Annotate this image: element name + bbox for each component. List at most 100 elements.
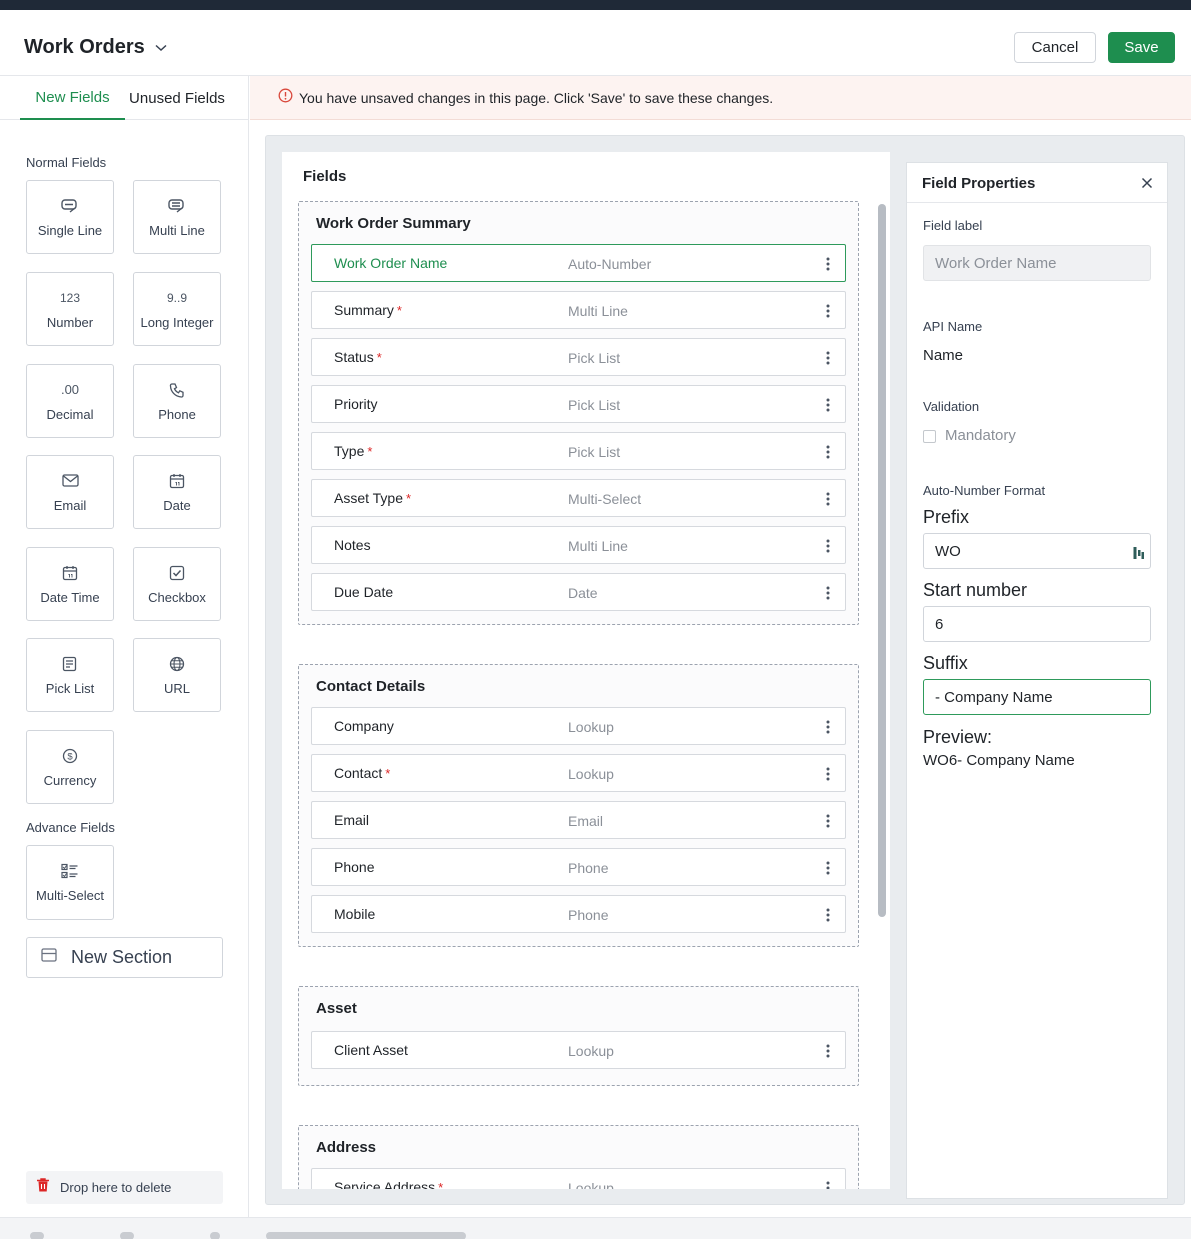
field-name: Contact * — [334, 765, 391, 781]
more-options-icon[interactable] — [822, 719, 834, 735]
cancel-button[interactable]: Cancel — [1014, 32, 1096, 63]
tile-label: Long Integer — [140, 314, 214, 330]
section-title: Address — [316, 1139, 377, 1156]
field-name: Email — [334, 812, 370, 828]
field-row-notes[interactable]: Notes Multi Line — [311, 526, 846, 564]
tile-label: Phone — [158, 406, 196, 422]
section-contact-details[interactable]: Contact Details Company Lookup Contact * … — [298, 664, 859, 947]
palette-tile-long-integer[interactable]: 9..9 Long Integer — [133, 272, 221, 346]
palette-tile-number[interactable]: 123 Number — [26, 272, 114, 346]
palette-tile-url[interactable]: URL — [133, 638, 221, 712]
field-row-status[interactable]: Status * Pick List — [311, 338, 846, 376]
palette-tile-pick-list[interactable]: Pick List — [26, 638, 114, 712]
mandatory-label: Mandatory — [945, 427, 1016, 444]
banner-text: You have unsaved changes in this page. C… — [299, 89, 774, 106]
field-type: Multi Line — [568, 303, 628, 319]
required-marker: * — [406, 491, 412, 506]
field-row-due-date[interactable]: Due Date Date — [311, 573, 846, 611]
tab-new-fields[interactable]: New Fields — [20, 76, 125, 120]
scrollbar-thumb[interactable] — [878, 204, 886, 917]
partial-icon — [120, 1232, 134, 1239]
field-row-email[interactable]: Email Email — [311, 801, 846, 839]
field-row-contact[interactable]: Contact * Lookup — [311, 754, 846, 792]
field-row-priority[interactable]: Priority Pick List — [311, 385, 846, 423]
fields-panel-title: Fields — [303, 168, 347, 185]
field-row-phone[interactable]: Phone Phone — [311, 848, 846, 886]
field-name: Work Order Name — [334, 255, 448, 271]
field-row-mobile[interactable]: Mobile Phone — [311, 895, 846, 933]
new-section-button[interactable]: New Section — [26, 937, 223, 978]
more-options-icon[interactable] — [822, 491, 834, 507]
section-address[interactable]: Address Service Address * Lookup — [298, 1125, 859, 1189]
long-integer-icon: 9..9 — [166, 290, 187, 305]
tab-unused-fields[interactable]: Unused Fields — [125, 76, 229, 120]
more-options-icon[interactable] — [822, 538, 834, 554]
more-options-icon[interactable] — [822, 860, 834, 876]
more-options-icon[interactable] — [822, 350, 834, 366]
palette-tile-multi-select[interactable]: Multi-Select — [26, 845, 114, 920]
close-icon[interactable] — [1139, 175, 1155, 191]
more-options-icon[interactable] — [822, 397, 834, 413]
more-options-icon[interactable] — [822, 766, 834, 782]
palette-tile-date-time[interactable]: Date Time — [26, 547, 114, 621]
field-type: Multi-Select — [568, 491, 642, 507]
tile-label: Date Time — [40, 589, 100, 605]
field-type: Phone — [568, 907, 609, 923]
section-work-order-summary[interactable]: Work Order Summary Work Order Name Auto-… — [298, 201, 859, 625]
more-options-icon[interactable] — [822, 907, 834, 923]
field-row-client-asset[interactable]: Client Asset Lookup — [311, 1031, 846, 1069]
required-marker: * — [396, 303, 402, 318]
field-label-input[interactable] — [923, 245, 1151, 281]
partial-text — [266, 1232, 466, 1239]
palette-tile-decimal[interactable]: .00 Decimal — [26, 364, 114, 438]
palette-tile-multi-line[interactable]: Multi Line — [133, 180, 221, 254]
field-name: Status * — [334, 349, 382, 365]
field-row-type[interactable]: Type * Pick List — [311, 432, 846, 470]
more-options-icon[interactable] — [822, 1180, 834, 1189]
suffix-input[interactable] — [923, 679, 1151, 715]
tile-label: Currency — [43, 772, 97, 788]
more-options-icon[interactable] — [822, 444, 834, 460]
field-name: Mobile — [334, 906, 376, 922]
tile-label: Checkbox — [148, 589, 206, 605]
save-button[interactable]: Save — [1108, 32, 1175, 63]
palette-tile-email[interactable]: Email — [26, 455, 114, 529]
more-options-icon[interactable] — [822, 303, 834, 319]
field-row-work-order-name[interactable]: Work Order Name Auto-Number — [311, 244, 846, 282]
start-number-input[interactable] — [923, 606, 1151, 642]
start-number-label: Start number — [923, 580, 1028, 600]
more-options-icon[interactable] — [822, 256, 834, 272]
api-name-value: Name — [923, 347, 964, 364]
palette-tile-phone[interactable]: Phone — [133, 364, 221, 438]
field-type: Email — [568, 813, 604, 829]
field-row-summary[interactable]: Summary * Multi Line — [311, 291, 846, 329]
auto-number-format-label: Auto-Number Format — [923, 483, 1046, 498]
palette-tile-checkbox[interactable]: Checkbox — [133, 547, 221, 621]
required-marker: * — [438, 1180, 444, 1189]
more-options-icon[interactable] — [822, 1043, 834, 1059]
password-manager-icon[interactable] — [1133, 545, 1145, 566]
field-row-company[interactable]: Company Lookup — [311, 707, 846, 745]
fields-scrollbar[interactable] — [878, 204, 886, 1179]
mandatory-checkbox[interactable] — [923, 430, 936, 443]
phone-icon — [169, 381, 185, 399]
section-asset[interactable]: Asset Client Asset Lookup — [298, 986, 859, 1086]
more-options-icon[interactable] — [822, 813, 834, 829]
palette-tile-currency[interactable]: $ Currency — [26, 730, 114, 804]
required-marker: * — [376, 350, 382, 365]
more-options-icon[interactable] — [822, 585, 834, 601]
module-selector[interactable]: Work Orders — [24, 36, 167, 59]
prefix-input[interactable] — [923, 533, 1151, 569]
preview-label: Preview: — [923, 727, 993, 747]
palette-tile-date[interactable]: Date — [133, 455, 221, 529]
field-row-asset-type[interactable]: Asset Type * Multi-Select — [311, 479, 846, 517]
advance-fields-label: Advance Fields — [26, 820, 115, 835]
checkbox-icon — [169, 564, 185, 582]
drop-to-delete-zone[interactable]: Drop here to delete — [26, 1171, 223, 1204]
field-type: Phone — [568, 860, 609, 876]
palette-tile-single-line[interactable]: Single Line — [26, 180, 114, 254]
section-icon — [41, 948, 57, 967]
field-name: Priority — [334, 396, 378, 412]
field-row-service-address[interactable]: Service Address * Lookup — [311, 1168, 846, 1189]
field-name: Notes — [334, 537, 371, 553]
